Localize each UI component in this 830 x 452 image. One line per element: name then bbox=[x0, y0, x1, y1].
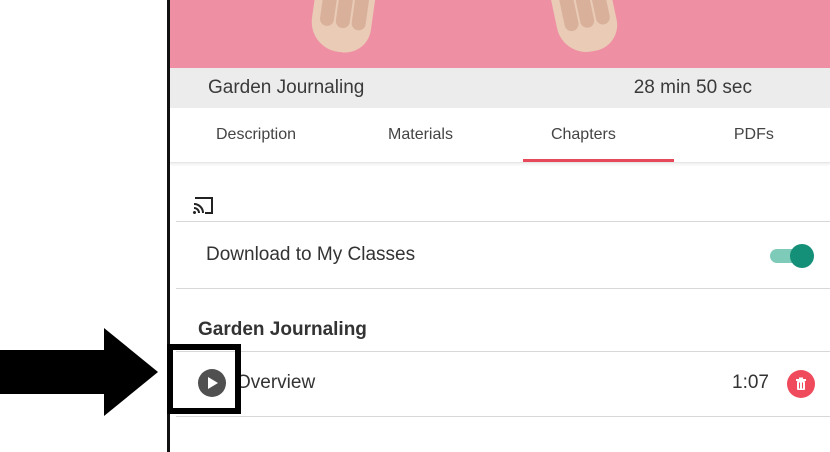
tab-chapters[interactable]: Chapters bbox=[522, 110, 674, 162]
divider bbox=[176, 288, 830, 289]
chapter-title[interactable]: Overview bbox=[236, 372, 315, 394]
divider bbox=[176, 351, 830, 352]
course-title-bar: Garden Journaling 28 min 50 sec bbox=[170, 68, 830, 108]
download-label: Download to My Classes bbox=[206, 244, 416, 265]
course-title: Garden Journaling bbox=[208, 77, 365, 98]
download-toggle[interactable] bbox=[770, 244, 814, 268]
course-panel: Garden Journaling 28 min 50 sec Descript… bbox=[167, 0, 830, 452]
divider bbox=[176, 221, 830, 222]
hand-image bbox=[307, 0, 377, 56]
course-duration: 28 min 50 sec bbox=[633, 77, 752, 98]
section-title: Garden Journaling bbox=[198, 319, 367, 340]
hand-image bbox=[550, 0, 622, 58]
course-banner-image bbox=[170, 0, 830, 68]
tab-pdfs[interactable]: PDFs bbox=[734, 110, 774, 162]
tab-materials[interactable]: Materials bbox=[388, 110, 453, 162]
trash-icon[interactable] bbox=[787, 370, 815, 398]
cast-icon[interactable] bbox=[192, 196, 216, 216]
divider bbox=[176, 416, 830, 417]
tab-bar: Description Materials Chapters PDFs bbox=[170, 110, 830, 163]
tab-description[interactable]: Description bbox=[216, 110, 296, 162]
highlight-box bbox=[167, 344, 241, 414]
arrow-right-icon bbox=[0, 328, 158, 416]
chapter-duration: 1:07 bbox=[732, 372, 769, 393]
